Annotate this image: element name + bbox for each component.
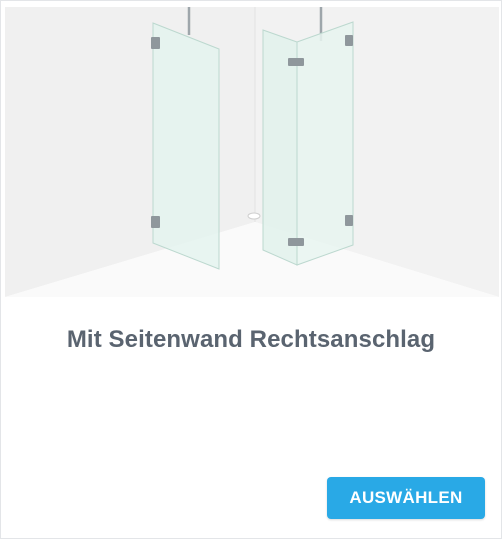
product-card[interactable]: Mit Seitenwand Rechtsanschlag AUSWÄHLEN <box>0 0 502 539</box>
hinge-icon <box>345 35 353 46</box>
shower-enclosure-illustration <box>5 7 499 307</box>
connector-icon <box>288 58 304 66</box>
product-title: Mit Seitenwand Rechtsanschlag <box>66 326 436 353</box>
drain-icon <box>247 212 261 220</box>
left-glass-panel <box>152 22 220 270</box>
hinge-icon <box>151 37 160 49</box>
hinge-icon <box>345 215 353 226</box>
hinge-icon <box>151 216 160 228</box>
side-glass-panel <box>296 21 354 266</box>
select-button[interactable]: AUSWÄHLEN <box>327 477 485 519</box>
connector-icon <box>288 238 304 246</box>
